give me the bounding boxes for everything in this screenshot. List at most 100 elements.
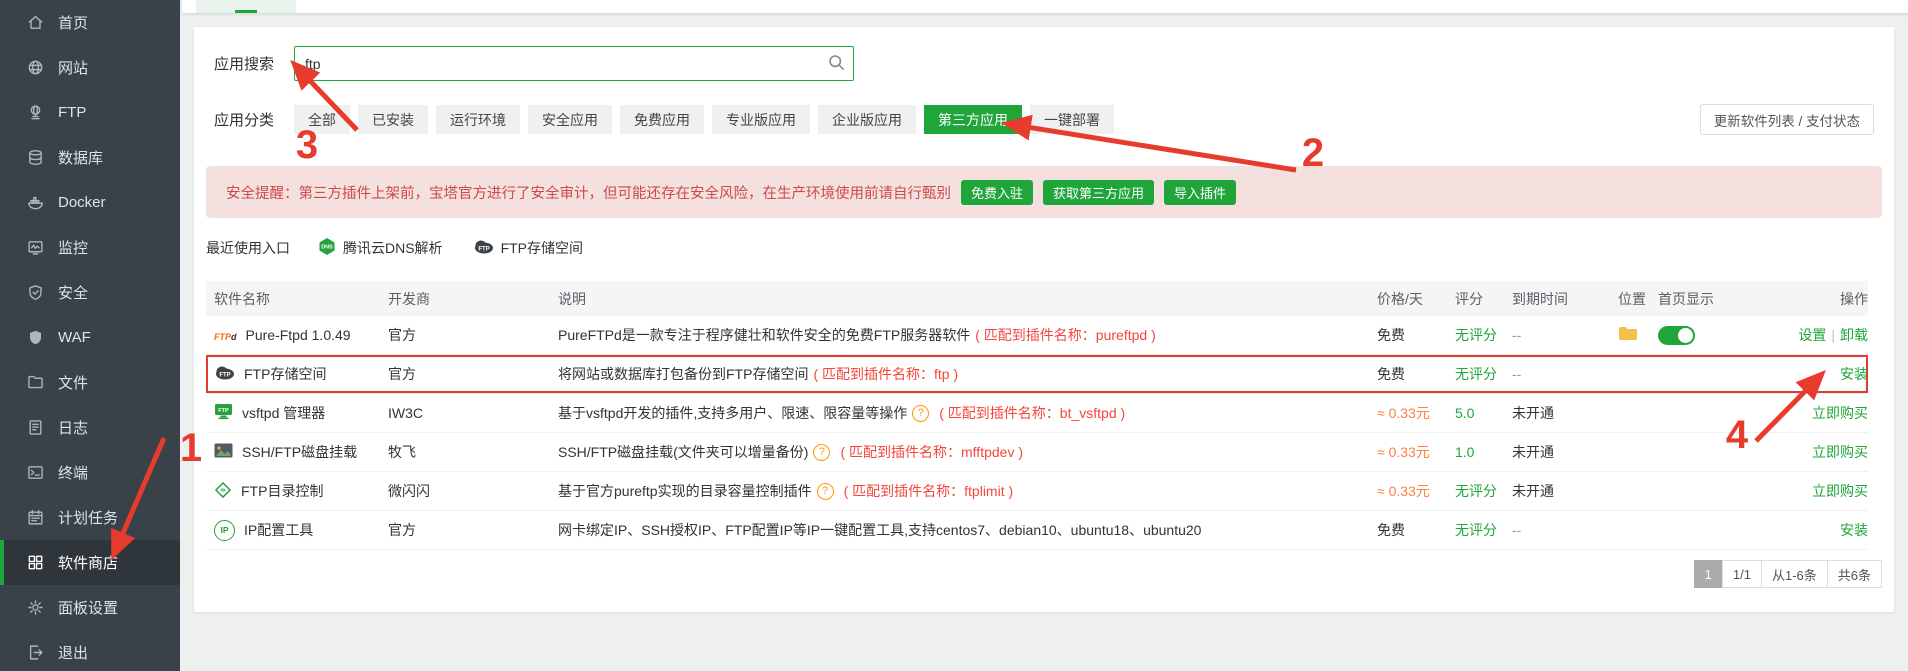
notice-button-0[interactable]: 免费入驻 [961,180,1033,205]
category-tab-4[interactable]: 免费应用 [620,105,704,134]
app-expire: 未开通 [1512,481,1618,501]
recent-entry-ftp-cloud[interactable]: FTPFTP存储空间 [473,237,583,259]
app-description-cell: 基于vsftpd开发的插件,支持多用户、限速、限容量等操作?( 匹配到插件名称：… [558,403,1377,423]
app-vendor: 官方 [388,364,558,384]
exit-icon [26,644,44,662]
recent-label: 最近使用入口 [206,238,290,258]
sidebar-item-calendar[interactable]: 计划任务 [0,495,180,540]
category-tab-1[interactable]: 已安装 [358,105,428,134]
app-name: FTP存储空间 [244,364,326,384]
action-link-0[interactable]: 立即购买 [1812,405,1868,421]
category-tab-8[interactable]: 一键部署 [1030,105,1114,134]
app-expire: 未开通 [1512,442,1618,462]
sidebar-item-ftp-globe[interactable]: FTP [0,90,180,135]
store-grid-icon [26,554,44,572]
notice-button-1[interactable]: 获取第三方应用 [1043,180,1154,205]
sidebar-item-exit[interactable]: 退出 [0,630,180,671]
dns-icon: DNS [318,237,336,259]
notice-button-2[interactable]: 导入插件 [1164,180,1236,205]
homepage-toggle[interactable] [1658,326,1695,345]
svg-text:FTP: FTP [478,246,489,252]
app-score: 无评分 [1455,520,1512,540]
sidebar-item-label: 监控 [58,237,88,258]
sidebar-item-shield[interactable]: WAF [0,315,180,360]
pagination-item-1[interactable]: 1/1 [1722,560,1762,588]
action-separator: | [1831,327,1835,343]
app-expire: 未开通 [1512,403,1618,423]
category-tab-7[interactable]: 第三方应用 [924,105,1022,134]
sidebar-item-label: 安全 [58,282,88,303]
sidebar-item-shield-check[interactable]: 安全 [0,270,180,315]
ftp-cloud-icon: FTP [214,365,235,383]
svg-text:FTP: FTP [218,408,229,414]
app-expire: -- [1512,366,1618,382]
app-price: ≈ 0.33元 [1377,403,1455,423]
sidebar-item-terminal[interactable]: 终端 [0,450,180,495]
globe-icon [26,59,44,77]
category-tab-0[interactable]: 全部 [294,105,350,134]
sidebar-item-database[interactable]: 数据库 [0,135,180,180]
search-input[interactable] [294,46,854,81]
sidebar-item-docker[interactable]: Docker [0,180,180,225]
monitor-icon [26,239,44,257]
software-table: 软件名称开发商说明价格/天评分到期时间位置首页显示操作FTPdPure-Ftpd… [206,281,1882,550]
sidebar-item-folder[interactable]: 文件 [0,360,180,405]
vsftpd-icon: FTP [214,403,233,423]
app-actions-cell: 安装 [1750,364,1868,384]
sidebar-item-globe[interactable]: 网站 [0,45,180,90]
action-link-0[interactable]: 设置 [1798,327,1826,343]
top-tab-bar [182,0,1908,13]
pagination-item-3[interactable]: 共6条 [1827,560,1882,588]
category-tab-5[interactable]: 专业版应用 [712,105,810,134]
action-link-0[interactable]: 安装 [1840,522,1868,538]
help-icon[interactable]: ? [817,483,834,500]
action-link-1[interactable]: 卸载 [1840,327,1868,343]
app-name-cell: FTP vsftpd 管理器 [206,403,388,423]
app-score: 无评分 [1455,481,1512,501]
sidebar-item-store-grid[interactable]: 软件商店 [0,540,180,585]
sidebar-item-monitor[interactable]: 监控 [0,225,180,270]
folder-icon[interactable] [1618,326,1638,344]
sidebar-item-label: 面板设置 [58,597,118,618]
ip-tool-icon: IP [214,520,235,541]
app-name: vsftpd 管理器 [242,403,325,423]
pagination-item-0[interactable]: 1 [1694,560,1723,588]
category-tab-6[interactable]: 企业版应用 [818,105,916,134]
top-tab-active[interactable] [196,0,296,13]
action-link-0[interactable]: 安装 [1840,366,1868,382]
recent-entry-dns[interactable]: DNS腾讯云DNS解析 [318,237,443,259]
sidebar-nav: 首页网站FTP数据库Docker 监控安全 WAF文件日志终端计划任务软件商店面板设… [0,0,180,671]
baota-panel-page: 首页网站FTP数据库Docker监控安全WAF文件日志终端计划任务软件商店面板设… [0,0,1908,671]
app-actions-cell: 设置 | 卸载 [1750,325,1868,345]
category-tab-3[interactable]: 安全应用 [528,105,612,134]
app-description: 基于vsftpd开发的插件,支持多用户、限速、限容量等操作 [558,403,907,423]
pagination: 11/1从1-6条共6条 [206,560,1882,588]
app-name-cell: FTPdPure-Ftpd 1.0.49 [206,327,388,343]
column-header: 操作 [1750,289,1868,309]
column-header: 说明 [558,289,1377,309]
app-vendor: 官方 [388,325,558,345]
app-category-row: 应用分类 全部已安装运行环境安全应用免费应用专业版应用企业版应用第三方应用一键部… [214,105,1874,134]
app-description-cell: SSH/FTP磁盘挂载(文件夹可以增量备份)?( 匹配到插件名称：mfftpde… [558,442,1377,462]
category-tab-2[interactable]: 运行环境 [436,105,520,134]
pagination-item-2[interactable]: 从1-6条 [1761,560,1828,588]
update-software-list-button[interactable]: 更新软件列表 / 支付状态 [1700,104,1874,135]
help-icon[interactable]: ? [813,444,830,461]
table-row: IPIP配置工具官方网卡绑定IP、SSH授权IP、FTP配置IP等IP一键配置工… [206,511,1868,550]
sidebar-item-gear[interactable]: 面板设置 [0,585,180,630]
table-row: FTPdPure-Ftpd 1.0.49官方PureFTPd是一款专注于程序健壮… [206,316,1868,355]
action-link-0[interactable]: 立即购买 [1812,483,1868,499]
sidebar-item-log[interactable]: 日志 [0,405,180,450]
folder-icon [26,374,44,392]
app-name: SSH/FTP磁盘挂载 [242,442,357,462]
action-link-0[interactable]: 立即购买 [1812,444,1868,460]
search-icon[interactable] [828,54,845,76]
app-actions-cell: 立即购买 [1750,403,1868,423]
column-header: 开发商 [388,289,558,309]
sidebar-item-home[interactable]: 首页 [0,0,180,45]
app-score: 无评分 [1455,325,1512,345]
ftp-cloud-icon: FTP [473,239,494,257]
app-location-cell [1618,326,1658,344]
app-vendor: 微闪闪 [388,481,558,501]
help-icon[interactable]: ? [912,405,929,422]
